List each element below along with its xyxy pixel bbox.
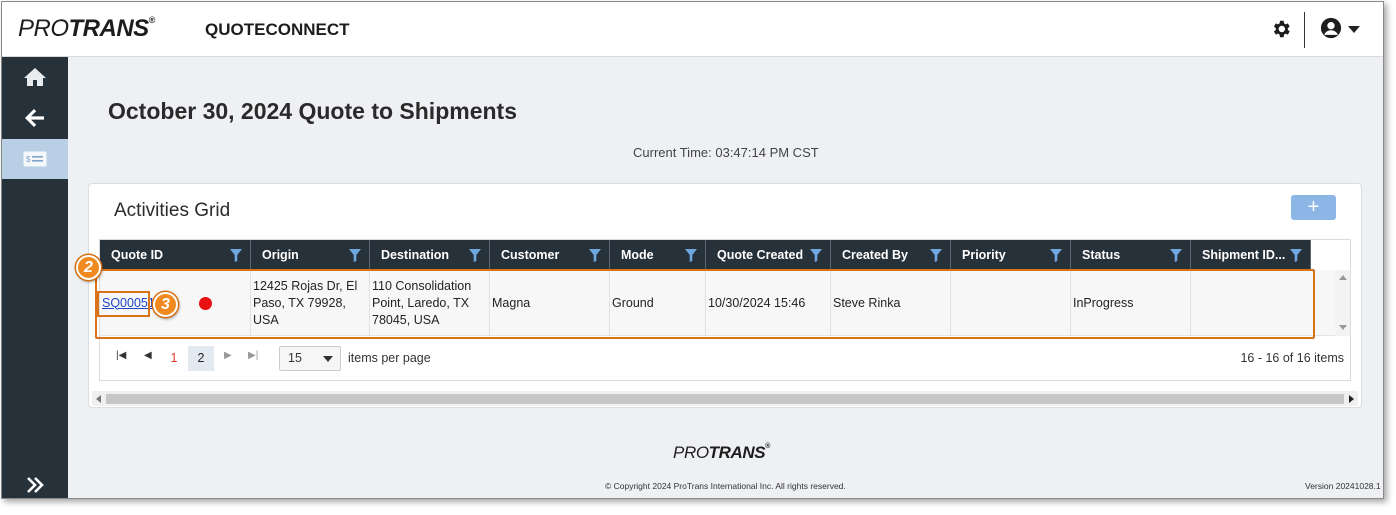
current-time: Current Time: 03:47:14 PM CST [633, 145, 819, 160]
sidebar-expand-button[interactable] [2, 465, 68, 498]
footer-logo: PROTRANS® [673, 443, 770, 462]
protrans-logo[interactable]: PROTRANS® [18, 15, 155, 43]
page-size-select[interactable]: 15 [279, 346, 341, 371]
vertical-scrollbar[interactable] [1335, 270, 1350, 336]
filter-icon[interactable] [230, 249, 242, 262]
page-link-1[interactable]: 1 [161, 346, 187, 371]
first-page-icon[interactable]: |◀ [116, 350, 126, 361]
app-window: PROTRANS® QUOTECONNECT $ October 30, 202… [1, 1, 1384, 499]
scroll-thumb[interactable] [106, 394, 1344, 404]
double-chevron-right-icon [27, 477, 44, 493]
highlight-quote-id-box [97, 291, 150, 317]
scroll-up-icon[interactable] [1339, 275, 1347, 280]
pager-info: 16 - 16 of 16 items [1240, 351, 1344, 365]
filter-icon[interactable] [589, 249, 601, 262]
sidebar-item-quotes[interactable]: $ [2, 139, 68, 179]
top-bar: PROTRANS® QUOTECONNECT [2, 2, 1383, 57]
column-header-priority[interactable]: Priority [951, 240, 1071, 270]
add-button[interactable]: + [1291, 195, 1336, 220]
last-page-icon[interactable]: ▶| [248, 350, 258, 361]
filter-icon[interactable] [1290, 249, 1302, 262]
column-header-quote-created[interactable]: Quote Created [706, 240, 831, 270]
version-text: Version 20241028.1 [1305, 481, 1381, 491]
callout-badge-2: 2 [76, 255, 101, 280]
scroll-right-icon[interactable] [1349, 395, 1354, 403]
prev-page-icon[interactable]: ◀ [144, 350, 152, 361]
scroll-down-icon[interactable] [1339, 325, 1347, 330]
column-header-destination[interactable]: Destination [370, 240, 490, 270]
filter-icon[interactable] [930, 249, 942, 262]
quote-card-icon: $ [23, 151, 47, 167]
next-page-icon[interactable]: ▶ [224, 350, 232, 361]
arrow-left-icon [25, 109, 44, 127]
home-icon [24, 68, 46, 86]
page-title: October 30, 2024 Quote to Shipments [108, 98, 517, 124]
sidebar: $ [2, 57, 68, 498]
filter-icon[interactable] [1170, 249, 1182, 262]
callout-badge-3: 3 [153, 292, 178, 317]
page-link-2[interactable]: 2 [188, 346, 214, 371]
filter-icon[interactable] [349, 249, 361, 262]
sidebar-item-back[interactable] [2, 98, 68, 138]
highlight-row-box [95, 269, 1315, 339]
items-per-page-label: items per page [348, 351, 431, 365]
column-header-customer[interactable]: Customer [490, 240, 610, 270]
column-header-created-by[interactable]: Created By [831, 240, 951, 270]
card-title: Activities Grid [114, 200, 231, 221]
header-divider [1304, 12, 1305, 48]
grid-header: Quote ID Origin Destination Customer Mod… [100, 240, 1311, 270]
column-header-mode[interactable]: Mode [610, 240, 706, 270]
gear-icon[interactable] [1270, 18, 1292, 40]
chevron-down-icon [323, 356, 333, 362]
svg-text:$: $ [26, 155, 31, 164]
column-header-status[interactable]: Status [1071, 240, 1191, 270]
filter-icon[interactable] [685, 249, 697, 262]
filter-icon[interactable] [1050, 249, 1062, 262]
sidebar-item-home[interactable] [2, 57, 68, 97]
filter-icon[interactable] [810, 249, 822, 262]
user-avatar-icon[interactable] [1320, 17, 1342, 39]
chevron-down-icon[interactable] [1348, 26, 1360, 33]
column-header-shipment-id[interactable]: Shipment ID... [1191, 240, 1311, 270]
column-header-origin[interactable]: Origin [251, 240, 370, 270]
filter-icon[interactable] [469, 249, 481, 262]
scroll-left-icon[interactable] [96, 395, 101, 403]
pager: |◀ ◀ 1 2 ▶ ▶| 15 items per page 16 - 16 … [100, 336, 1350, 380]
copyright-text: © Copyright 2024 ProTrans International … [605, 481, 846, 491]
horizontal-scrollbar[interactable] [92, 391, 1358, 406]
app-title: QUOTECONNECT [205, 20, 350, 39]
column-header-quote-id[interactable]: Quote ID [100, 240, 251, 270]
